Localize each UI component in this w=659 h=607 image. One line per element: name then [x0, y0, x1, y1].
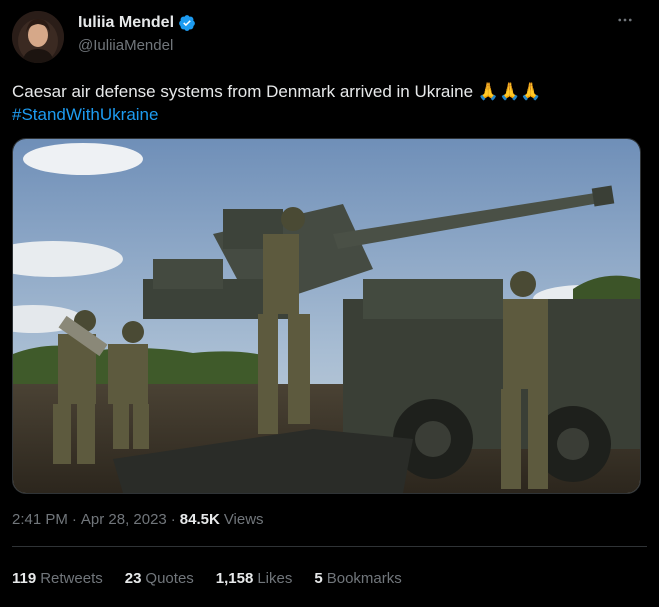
pray-emoji: 🙏🙏🙏: [477, 82, 542, 101]
meta-separator-2: ·: [170, 511, 176, 528]
likes-stat[interactable]: 1,158 Likes: [216, 570, 293, 587]
tweet-body: Caesar air defense systems from Denmark …: [12, 82, 474, 101]
avatar-image: [12, 11, 64, 63]
quotes-stat[interactable]: 23 Quotes: [125, 570, 194, 587]
quotes-label: Quotes: [145, 570, 194, 587]
tweet-text: Caesar air defense systems from Denmark …: [12, 80, 642, 126]
more-options-button[interactable]: [613, 8, 637, 32]
views-label: Views: [223, 511, 264, 528]
tweet-time[interactable]: 2:41 PM: [12, 511, 68, 528]
bookmarks-stat[interactable]: 5 Bookmarks: [314, 570, 401, 587]
divider: [12, 546, 647, 547]
likes-count: 1,158: [215, 570, 254, 587]
retweets-stat[interactable]: 119 Retweets: [12, 570, 103, 587]
engagement-stats: 119 Retweets 23 Quotes 1,158 Likes 5 Bookmar…: [12, 570, 402, 587]
author-name-row: Iuliia Mendel: [78, 14, 196, 32]
retweets-label: Retweets: [40, 570, 103, 587]
quotes-count: 23: [124, 570, 142, 587]
more-options-icon: [618, 18, 632, 22]
author-display-name[interactable]: Iuliia Mendel: [78, 14, 174, 32]
likes-label: Likes: [257, 570, 293, 587]
author-handle[interactable]: @IuliiaMendel: [78, 37, 173, 54]
meta-separator: ·: [71, 511, 77, 528]
bookmarks-label: Bookmarks: [326, 570, 402, 587]
tweet-meta: 2:41 PM · Apr 28, 2023 · 84.5K Views: [12, 511, 264, 528]
hashtag-link[interactable]: #StandWithUkraine: [12, 105, 158, 124]
photo-artillery-scene: [13, 139, 640, 493]
tweet-card: Iuliia Mendel @IuliiaMendel Caesar air d…: [0, 0, 659, 607]
views-count: 84.5K: [179, 511, 220, 528]
verified-badge-icon: [178, 14, 196, 32]
tweet-photo[interactable]: [12, 138, 641, 494]
tweet-date[interactable]: Apr 28, 2023: [81, 511, 167, 528]
avatar[interactable]: [12, 11, 64, 63]
retweets-count: 119: [12, 570, 37, 587]
bookmarks-count: 5: [314, 570, 323, 587]
